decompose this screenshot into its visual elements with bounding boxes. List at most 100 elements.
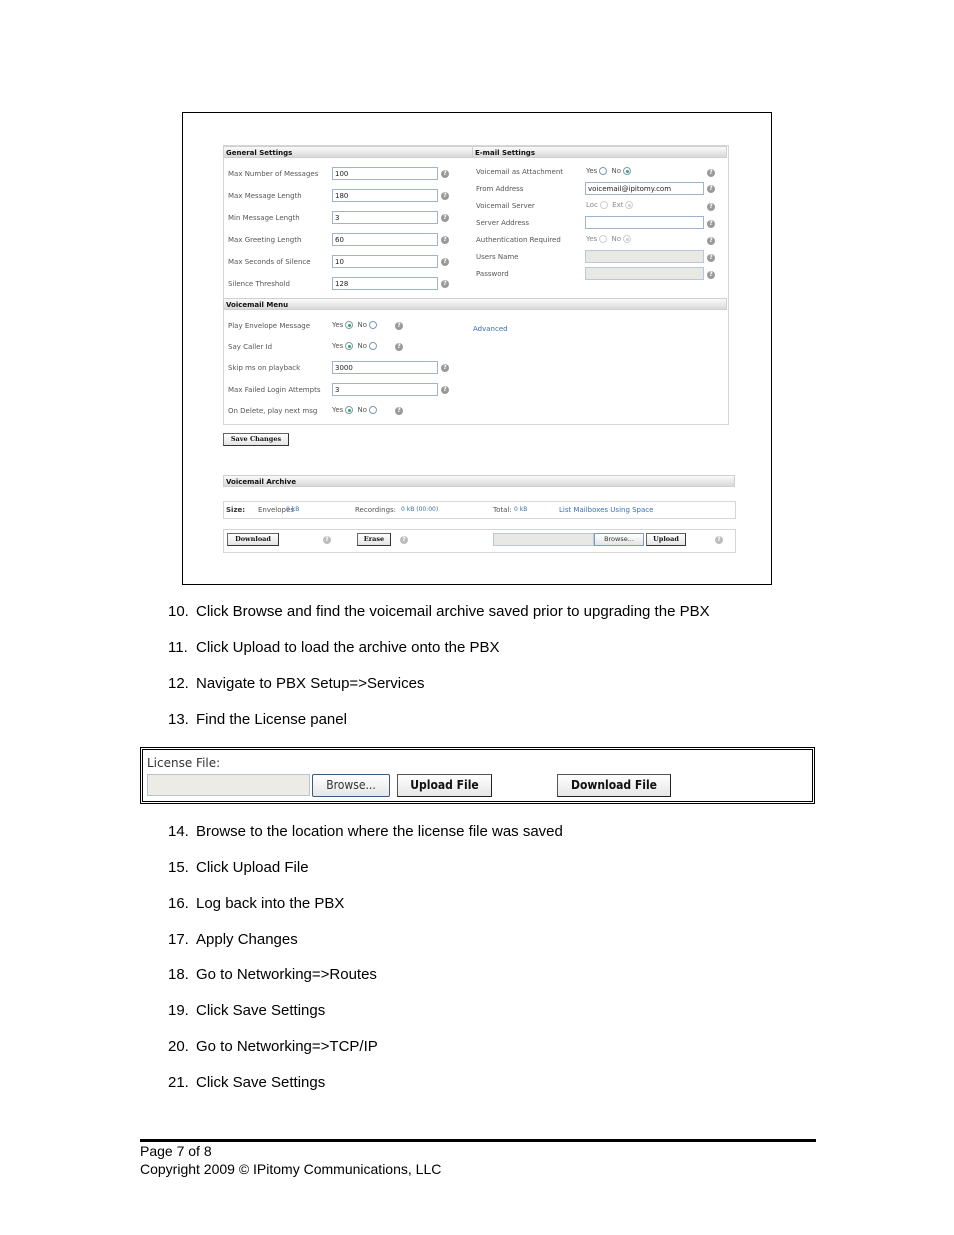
archive-upload-button[interactable]: Upload <box>646 533 686 546</box>
server-local-radio[interactable] <box>599 201 608 209</box>
envelope-no-radio[interactable] <box>369 321 378 329</box>
radio-label: Yes <box>332 321 344 329</box>
voicemail-settings-screenshot: General Settings E-mail Settings Max Num… <box>182 112 772 585</box>
field-label: Silence Threshold <box>228 280 290 288</box>
help-icon[interactable]: ? <box>441 192 449 200</box>
max-message-length-input[interactable]: 180 <box>332 189 438 202</box>
archive-browse-button[interactable]: Browse... <box>594 533 644 546</box>
help-icon[interactable]: ? <box>441 364 449 372</box>
help-icon[interactable]: ? <box>441 214 449 222</box>
help-icon[interactable]: ? <box>441 236 449 244</box>
field-label: Max Number of Messages <box>228 170 319 178</box>
field-label: Users Name <box>476 253 519 261</box>
radio-label: Ext <box>612 201 624 209</box>
step-item: 17. Apply Changes <box>168 931 298 948</box>
help-icon[interactable]: ? <box>395 343 403 351</box>
silence-threshold-input[interactable]: 128 <box>332 277 438 290</box>
server-external-radio[interactable] <box>625 201 634 209</box>
field-label: Voicemail Server <box>476 202 535 210</box>
general-settings-header: General Settings <box>223 146 473 158</box>
radio-label: No <box>357 406 368 414</box>
max-failed-login-input[interactable]: 3 <box>332 383 438 396</box>
help-icon[interactable]: ? <box>323 536 331 544</box>
max-messages-input[interactable]: 100 <box>332 167 438 180</box>
help-icon[interactable]: ? <box>441 170 449 178</box>
min-message-length-input[interactable]: 3 <box>332 211 438 224</box>
step-text: Go to Networking=>Routes <box>196 966 377 983</box>
step-number: 16. <box>168 895 189 912</box>
step-text: Browse to the location where the license… <box>196 823 563 840</box>
step-text: Click Save Settings <box>196 1074 326 1091</box>
on-delete-radio-group: Yes No <box>332 406 379 414</box>
help-icon[interactable]: ? <box>441 386 449 394</box>
help-icon[interactable]: ? <box>707 254 715 262</box>
server-address-input[interactable] <box>585 216 704 229</box>
help-icon[interactable]: ? <box>395 322 403 330</box>
download-file-button[interactable]: Download File <box>557 774 671 797</box>
radio-label: No <box>611 167 622 175</box>
footer-divider <box>140 1139 816 1142</box>
help-icon[interactable]: ? <box>707 271 715 279</box>
field-label: Server Address <box>476 219 530 227</box>
field-label: Max Greeting Length <box>228 236 302 244</box>
page-number: Page 7 of 8 <box>140 1143 212 1159</box>
license-browse-button[interactable]: Browse... <box>312 774 390 797</box>
help-icon[interactable]: ? <box>707 237 715 245</box>
upload-file-button[interactable]: Upload File <box>397 774 492 797</box>
password-input[interactable] <box>585 267 704 280</box>
max-silence-seconds-input[interactable]: 10 <box>332 255 438 268</box>
step-item: 15. Click Upload File <box>168 859 309 876</box>
step-number: 18. <box>168 966 189 983</box>
field-label: Say Caller Id <box>228 343 273 351</box>
envelope-yes-radio[interactable] <box>345 321 354 329</box>
help-icon[interactable]: ? <box>395 407 403 415</box>
recordings-label: Recordings: <box>355 506 397 514</box>
from-address-input[interactable]: voicemail@ipitomy.com <box>585 182 704 195</box>
help-icon[interactable]: ? <box>707 185 715 193</box>
step-item: 11. Click Upload to load the archive onto… <box>168 639 500 656</box>
step-item: 14. Browse to the location where the lice… <box>168 823 563 840</box>
step-number: 21. <box>168 1074 189 1091</box>
step-text: Log back into the PBX <box>196 895 345 912</box>
skip-ms-input[interactable]: 3000 <box>332 361 438 374</box>
callerid-radio-group: Yes No <box>332 342 379 350</box>
voicemail-menu-header: Voicemail Menu <box>223 298 727 310</box>
step-item: 13. Find the License panel <box>168 711 347 728</box>
help-icon[interactable]: ? <box>441 280 449 288</box>
max-greeting-length-input[interactable]: 60 <box>332 233 438 246</box>
save-changes-button[interactable]: Save Changes <box>223 433 289 446</box>
attachment-no-radio[interactable] <box>623 167 632 175</box>
field-label: Password <box>476 270 509 278</box>
callerid-no-radio[interactable] <box>369 342 378 350</box>
auth-no-radio[interactable] <box>623 235 632 243</box>
archive-file-input[interactable] <box>493 533 594 546</box>
field-label: Skip ms on playback <box>228 364 301 372</box>
license-file-input[interactable] <box>147 774 310 796</box>
help-icon[interactable]: ? <box>707 203 715 211</box>
copyright: Copyright 2009 © IPitomy Communications,… <box>140 1161 442 1177</box>
help-icon[interactable]: ? <box>441 258 449 266</box>
callerid-yes-radio[interactable] <box>345 342 354 350</box>
on-delete-no-radio[interactable] <box>369 406 378 414</box>
username-input[interactable] <box>585 250 704 263</box>
recordings-size-value: 0 kB (00:00) <box>401 506 439 513</box>
attachment-yes-radio[interactable] <box>599 167 608 175</box>
step-text: Click Save Settings <box>196 1002 326 1019</box>
step-item: 18. Go to Networking=>Routes <box>168 966 377 983</box>
help-icon[interactable]: ? <box>707 220 715 228</box>
help-icon[interactable]: ? <box>715 536 723 544</box>
server-radio-group: Loc Ext <box>586 201 635 209</box>
step-number: 15. <box>168 859 189 876</box>
help-icon[interactable]: ? <box>400 536 408 544</box>
list-mailboxes-link[interactable]: List Mailboxes Using Space <box>559 506 653 514</box>
download-button[interactable]: Download <box>227 533 279 546</box>
attachment-radio-group: Yes No <box>586 167 633 175</box>
step-text: Find the License panel <box>196 711 347 728</box>
field-label: Play Envelope Message <box>228 322 311 330</box>
on-delete-yes-radio[interactable] <box>345 406 354 414</box>
total-label: Total: <box>493 506 512 514</box>
auth-yes-radio[interactable] <box>599 235 608 243</box>
help-icon[interactable]: ? <box>707 169 715 177</box>
erase-button[interactable]: Erase <box>357 533 391 546</box>
advanced-link[interactable]: Advanced <box>473 325 508 333</box>
